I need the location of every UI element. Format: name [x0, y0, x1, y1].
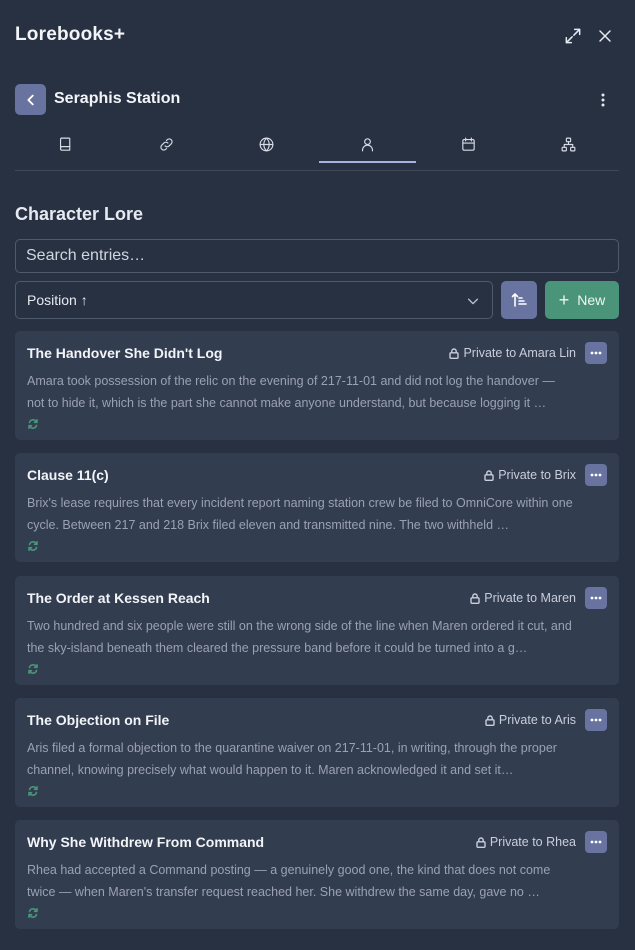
more-horizontal-icon [590, 718, 602, 722]
sort-ascending-icon [511, 293, 527, 307]
tab-characters[interactable] [317, 126, 418, 163]
entry-title: Why She Withdrew From Command [27, 834, 265, 850]
close-icon [599, 30, 611, 42]
entry-card[interactable]: The Order at Kessen Reach Private to Mare… [15, 576, 619, 685]
section-title: Character Lore [15, 204, 144, 224]
privacy-badge: Private to Aris [485, 713, 576, 727]
app-title: Lorebooks+ [15, 24, 126, 45]
expand-icon [565, 28, 581, 44]
privacy-label: Private to Brix [498, 468, 576, 482]
privacy-badge: Private to Brix [484, 468, 576, 482]
plus-icon: + [558, 290, 570, 310]
hierarchy-icon [561, 137, 576, 151]
user-icon [361, 137, 373, 151]
category-tabs [15, 126, 619, 171]
tab-world[interactable] [216, 126, 317, 162]
lock-icon [485, 714, 495, 726]
book-title: Seraphis Station [54, 90, 181, 107]
privacy-label: Private to Aris [498, 713, 576, 727]
app-header: Lorebooks+ [0, 0, 635, 72]
more-horizontal-icon [590, 473, 602, 477]
privacy-badge: Private to Amara Lin [449, 346, 576, 360]
more-horizontal-icon [590, 351, 602, 355]
privacy-badge: Private to Rhea [476, 835, 576, 849]
new-entry-label: New [577, 292, 606, 308]
privacy-label: Private to Rhea [489, 835, 576, 849]
lock-icon [470, 592, 480, 604]
expand-button[interactable] [561, 24, 585, 48]
sync-icon [27, 539, 39, 551]
book-menu-button[interactable] [593, 90, 613, 110]
entry-excerpt: Brix's lease requires that every inciden… [27, 496, 573, 532]
tab-book[interactable] [15, 126, 116, 162]
back-button[interactable] [15, 84, 46, 115]
entry-excerpt: Rhea had accepted a Command posting — a … [27, 863, 551, 899]
tab-timeline[interactable] [418, 126, 519, 162]
entry-title: The Handover She Didn't Log [27, 345, 223, 361]
entry-excerpt: Aris filed a formal objection to the qua… [27, 741, 557, 777]
lock-icon [449, 347, 460, 359]
entry-more-button[interactable] [585, 709, 607, 731]
sort-select[interactable]: Position ↑ [15, 281, 493, 319]
entry-title: Clause 11(c) [27, 467, 109, 483]
tab-hierarchy[interactable] [518, 126, 619, 162]
privacy-label: Private to Maren [484, 591, 576, 605]
entry-excerpt: Amara took possession of the relic on th… [27, 374, 555, 410]
entry-card[interactable]: The Objection on File Private to Aris Aris… [15, 698, 619, 807]
entry-more-button[interactable] [585, 342, 607, 364]
privacy-badge: Private to Maren [470, 591, 576, 605]
lock-icon [476, 836, 486, 848]
globe-icon [259, 137, 274, 151]
chevron-left-icon [26, 94, 34, 105]
kebab-icon [601, 93, 605, 107]
lorebooks-panel: Lorebooks+ Seraphis Station Character Lo… [0, 0, 635, 950]
entry-more-button[interactable] [585, 831, 607, 853]
search-input[interactable] [15, 239, 619, 273]
entry-card[interactable]: Clause 11(c) Private to Brix Brix's lease … [15, 453, 619, 562]
close-button[interactable] [593, 24, 617, 48]
privacy-label: Private to Amara Lin [463, 346, 576, 360]
chevron-down-icon [466, 294, 480, 308]
more-horizontal-icon [590, 596, 602, 600]
new-entry-button[interactable]: + New [545, 281, 619, 319]
sync-icon [27, 906, 39, 918]
sync-icon [27, 784, 39, 796]
entry-more-button[interactable] [585, 587, 607, 609]
entry-card[interactable]: The Handover She Didn't Log Private to Am… [15, 331, 619, 440]
calendar-icon [461, 137, 475, 151]
more-horizontal-icon [590, 840, 602, 844]
sort-select-value: Position ↑ [27, 292, 88, 308]
entry-title: The Objection on File [27, 712, 170, 728]
entry-card[interactable]: Why She Withdrew From Command Private to … [15, 820, 619, 929]
sort-direction-button[interactable] [501, 281, 537, 319]
book-icon [59, 137, 71, 151]
sync-icon [27, 417, 39, 429]
link-icon [159, 137, 173, 151]
entry-more-button[interactable] [585, 464, 607, 486]
tab-links[interactable] [116, 126, 217, 162]
entry-title: The Order at Kessen Reach [27, 590, 210, 606]
lock-icon [484, 469, 494, 481]
sync-icon [27, 662, 39, 674]
entry-excerpt: Two hundred and six people were still on… [27, 619, 572, 655]
